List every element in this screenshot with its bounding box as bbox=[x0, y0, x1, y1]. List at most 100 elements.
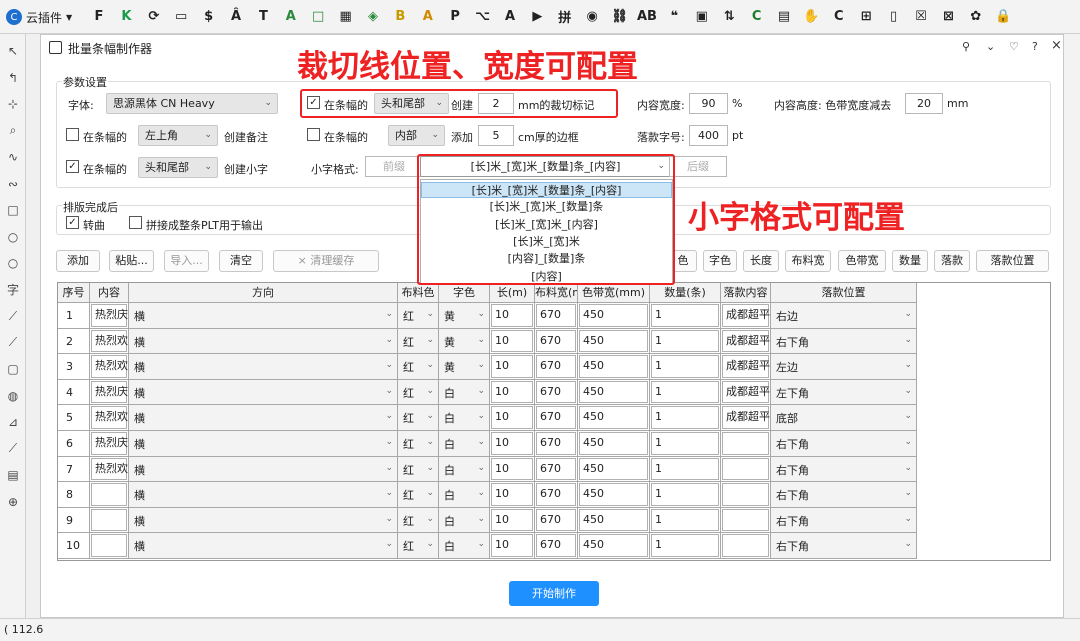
line-tool-icon[interactable]: ⟋ bbox=[4, 307, 22, 325]
content-width-input[interactable]: 90 bbox=[689, 93, 728, 114]
cell-input[interactable]: 670 bbox=[536, 329, 576, 353]
help-icon[interactable]: ? bbox=[1032, 40, 1038, 53]
cell-direction[interactable]: 横 ⌄ bbox=[129, 431, 398, 457]
eye-icon[interactable]: ◉ bbox=[582, 6, 602, 26]
band-width-button[interactable]: 色带宽 bbox=[838, 250, 886, 272]
eyedropper-tool-icon[interactable]: ⊿ bbox=[4, 413, 22, 431]
cell-input[interactable]: 10 bbox=[491, 483, 533, 506]
cell-quantity[interactable]: 1 bbox=[650, 533, 721, 559]
curve-checkbox[interactable]: ✓ bbox=[66, 216, 79, 229]
smart-fill-tool-icon[interactable]: ▤ bbox=[4, 466, 22, 484]
small-text-position-select[interactable]: 头和尾部 ⌄ bbox=[138, 157, 218, 178]
cell-band-width[interactable]: 450 bbox=[578, 328, 650, 355]
cell-quantity[interactable]: 1 bbox=[650, 354, 721, 380]
cell-input[interactable]: 450 bbox=[579, 304, 648, 327]
paste-button[interactable]: 粘贴... bbox=[109, 250, 154, 272]
cell-input[interactable]: 450 bbox=[579, 406, 648, 429]
add-tool-icon[interactable]: ⊕ bbox=[4, 493, 22, 511]
cell-font-color[interactable]: 黄 ⌄ bbox=[439, 303, 490, 329]
cell-quantity[interactable]: 1 bbox=[650, 456, 721, 483]
cell-length[interactable]: 10 bbox=[490, 507, 535, 534]
cell-signature-position[interactable]: 左下角 ⌄ bbox=[771, 379, 917, 406]
cell-signature-position[interactable]: 右下角 ⌄ bbox=[771, 533, 917, 559]
cell-content[interactable] bbox=[90, 507, 129, 534]
connector-tool-icon[interactable]: ⟋ bbox=[4, 334, 22, 352]
cell-input[interactable]: 450 bbox=[579, 483, 648, 506]
cell-input[interactable]: 450 bbox=[579, 534, 648, 557]
cell-input[interactable] bbox=[722, 534, 769, 557]
dollar-icon[interactable]: $ bbox=[199, 6, 219, 26]
cell-length[interactable]: 10 bbox=[490, 456, 535, 483]
prefix-input[interactable]: 前缀 bbox=[365, 156, 423, 177]
cell-input[interactable]: 1 bbox=[651, 380, 719, 404]
cell-signature-text[interactable]: 成都超平面科技右边落款 bbox=[721, 303, 771, 329]
cell-input[interactable]: 670 bbox=[536, 534, 576, 557]
cell-cloth-color[interactable]: 红 ⌄ bbox=[398, 456, 439, 483]
minimize-icon[interactable]: ⌄ bbox=[986, 40, 995, 53]
column-header-signature-position[interactable]: 落款位置 bbox=[771, 283, 917, 303]
pin-icon[interactable]: ⚲ bbox=[962, 40, 970, 53]
bold-f-icon[interactable]: F bbox=[89, 6, 109, 26]
cell-quantity[interactable]: 1 bbox=[650, 482, 721, 508]
suffix-input[interactable]: 后缀 bbox=[669, 156, 727, 177]
small-text-checkbox[interactable]: ✓ bbox=[66, 160, 79, 173]
cell-quantity[interactable]: 1 bbox=[650, 379, 721, 406]
shadow-tool-icon[interactable]: ▢ bbox=[4, 360, 22, 378]
cell-input[interactable]: 成都超平面科技右边落款 bbox=[722, 304, 770, 327]
cell-cloth-width[interactable]: 670 bbox=[535, 354, 578, 380]
cell-input[interactable]: 670 bbox=[536, 483, 576, 506]
cell-band-width[interactable]: 450 bbox=[578, 482, 650, 508]
cell-direction[interactable]: 横 ⌄ bbox=[129, 507, 398, 534]
cloth-width-button[interactable]: 布料宽 bbox=[785, 250, 831, 272]
signature-button[interactable]: 落款 bbox=[934, 250, 970, 272]
cell-cloth-color[interactable]: 红 ⌄ bbox=[398, 379, 439, 406]
cell-font-color[interactable]: 白 ⌄ bbox=[439, 431, 490, 457]
palette-icon[interactable]: ◈ bbox=[363, 6, 383, 26]
shape-tool-icon[interactable]: ↰ bbox=[4, 69, 22, 87]
c-c-icon[interactable]: C bbox=[747, 6, 767, 26]
chain-icon[interactable]: ⛓ bbox=[610, 6, 630, 26]
cell-input[interactable]: 450 bbox=[579, 457, 648, 481]
ellipse-tool-icon[interactable]: ○ bbox=[4, 228, 22, 246]
sort-icon[interactable]: ⇅ bbox=[719, 6, 739, 26]
cell-input[interactable]: 10 bbox=[491, 508, 533, 532]
cell-font-color[interactable]: 黄 ⌄ bbox=[439, 354, 490, 380]
cell-signature-position[interactable]: 右下角 ⌄ bbox=[771, 507, 917, 534]
cell-font-color[interactable]: 白 ⌄ bbox=[439, 379, 490, 406]
cell-input[interactable]: 成都超平面科技底部落款 bbox=[722, 406, 770, 429]
x-box-icon[interactable]: ⊠ bbox=[938, 6, 958, 26]
cell-cloth-color[interactable]: 红 ⌄ bbox=[398, 431, 439, 457]
cell-input[interactable]: 10 bbox=[491, 380, 533, 404]
rectangle-tool-icon[interactable]: □ bbox=[4, 201, 22, 219]
pdf-icon[interactable]: P bbox=[445, 6, 465, 26]
cell-font-color[interactable]: 白 ⌄ bbox=[439, 507, 490, 534]
font-color-button[interactable]: 字色 bbox=[703, 250, 737, 272]
zoom-tool-icon[interactable]: ⌕ bbox=[4, 122, 22, 140]
column-header-quantity[interactable]: 数量(条) bbox=[650, 283, 721, 303]
cell-band-width[interactable]: 450 bbox=[578, 303, 650, 329]
cell-length[interactable]: 10 bbox=[490, 379, 535, 406]
square-icon[interactable]: □ bbox=[308, 6, 328, 26]
cell-signature-text[interactable] bbox=[721, 431, 771, 457]
font-select[interactable]: 思源黑体 CN Heavy ⌄ bbox=[106, 93, 278, 114]
cell-cloth-width[interactable]: 670 bbox=[535, 303, 578, 329]
cell-signature-position[interactable]: 底部 ⌄ bbox=[771, 405, 917, 431]
column-header-cloth-color[interactable]: 布料色 bbox=[398, 283, 439, 303]
cell-input[interactable]: 10 bbox=[491, 406, 533, 429]
a-outline-icon[interactable]: A bbox=[281, 6, 301, 26]
pin-hand-icon[interactable]: ✋ bbox=[801, 6, 821, 26]
cell-cloth-width[interactable]: 670 bbox=[535, 507, 578, 534]
cell-signature-text[interactable] bbox=[721, 482, 771, 508]
border-checkbox[interactable] bbox=[307, 128, 320, 141]
cell-direction[interactable]: 横 ⌄ bbox=[129, 533, 398, 559]
cell-length[interactable]: 10 bbox=[490, 405, 535, 431]
start-button[interactable]: 开始制作 bbox=[509, 581, 599, 606]
cell-quantity[interactable]: 1 bbox=[650, 507, 721, 534]
curve-tool-icon[interactable]: ∾ bbox=[4, 175, 22, 193]
cell-input[interactable]: 1 bbox=[651, 432, 719, 455]
column-header-content[interactable]: 内容 bbox=[90, 283, 129, 303]
cell-cloth-color[interactable]: 红 ⌄ bbox=[398, 303, 439, 329]
cell-content[interactable]: 热烈欢迎各位老板体验使用超平面云插件 bbox=[90, 405, 129, 431]
cell-content[interactable] bbox=[90, 533, 129, 559]
cell-input[interactable]: 10 bbox=[491, 355, 533, 378]
